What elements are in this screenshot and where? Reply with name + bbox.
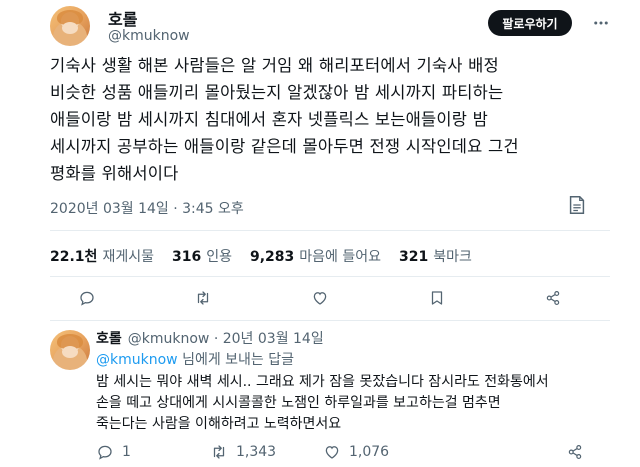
reply-button[interactable]: 1 [96,443,131,461]
avatar[interactable] [50,330,90,370]
repost-icon[interactable] [194,289,212,307]
reply-icon [98,445,112,460]
bookmark-icon[interactable] [566,194,588,216]
reply-header: 호롤 @kmuknow · 20년 03월 14일 [96,328,324,348]
replying-to: @kmuknow 님에게 보내는 답글 [96,349,294,369]
repost-button[interactable]: 1,343 [210,443,276,461]
divider [50,230,610,231]
reply-display-name[interactable]: 호롤 [96,331,122,347]
engagement-stats: 22.1천 재게시물 316 인용 9,283 마음에 들어요 321 북마크 [50,246,490,266]
divider [50,320,610,321]
share-icon[interactable] [544,289,562,307]
divider [50,276,610,277]
bookmark-icon[interactable] [428,289,446,307]
avatar[interactable] [50,6,90,46]
follow-button[interactable]: 팔로우하기 [488,10,572,36]
reply-tweet: 호롤 @kmuknow · 20년 03월 14일 @kmuknow 님에게 보내… [0,322,640,467]
reply-icon[interactable] [78,289,96,307]
like-button[interactable]: 1,076 [323,443,389,461]
handle[interactable]: @kmuknow [108,28,190,44]
repost-icon [213,445,225,459]
display-name[interactable]: 호롤 [108,6,137,30]
reply-meta[interactable]: @kmuknow · 20년 03월 14일 [128,331,324,347]
share-button[interactable] [566,443,584,461]
stat-bookmarks[interactable]: 321 북마크 [399,246,472,266]
main-tweet: 호롤 @kmuknow 팔로우하기 기숙사 생활 해본 사람들은 알 거임 왜 … [0,0,640,321]
like-icon [325,446,339,459]
stat-reposts[interactable]: 22.1천 재게시물 [50,246,154,266]
reply-to-suffix: 님에게 보내는 답글 [177,352,295,368]
tweet-text: 기숙사 생활 해본 사람들은 알 거임 왜 해리포터에서 기숙사 배정 비슷한 … [50,56,519,183]
reply-text: 밤 세시는 뭐야 새벽 세시.. 그래요 제가 잠을 못잤습니다 잠시라도 전화… [96,374,549,432]
stat-likes[interactable]: 9,283 마음에 들어요 [250,246,381,266]
more-icon[interactable] [592,14,610,32]
like-icon[interactable] [311,289,329,307]
reply-count: 1 [122,444,131,460]
share-icon [568,445,582,459]
repost-count: 1,343 [236,444,277,460]
tweet-timestamp[interactable]: 2020년 03월 14일 · 3:45 오후 [50,198,244,218]
stat-quotes[interactable]: 316 인용 [172,246,232,266]
like-count: 1,076 [349,444,390,460]
reply-mention-link[interactable]: @kmuknow [96,352,178,368]
